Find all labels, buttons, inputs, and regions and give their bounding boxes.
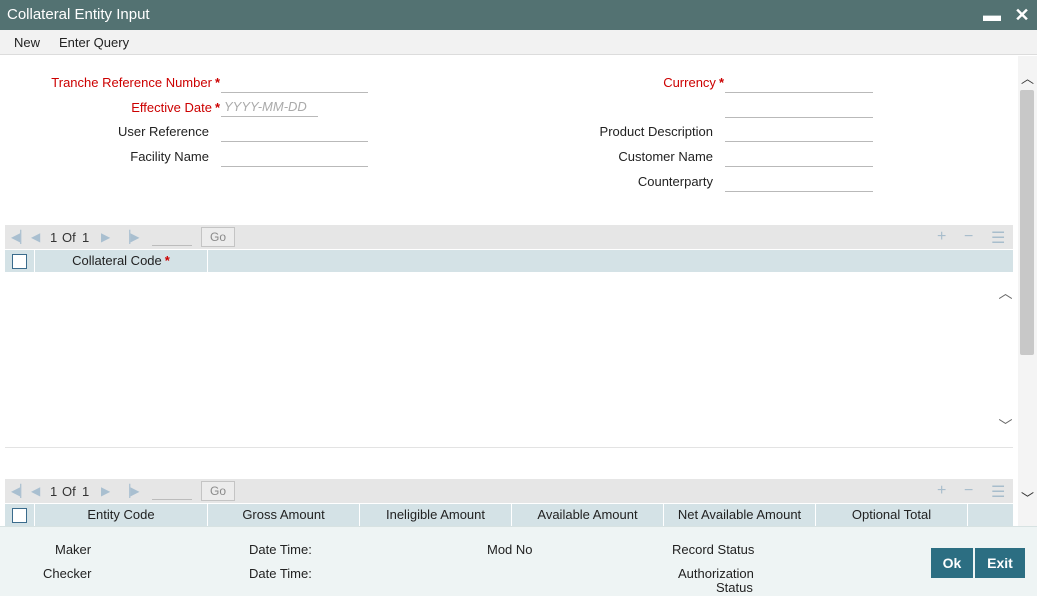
currency-label: Currency * [663, 75, 724, 90]
scroll-up-icon[interactable]: ︿ [1018, 68, 1037, 86]
delete-row-icon[interactable]: − [964, 482, 973, 500]
grid-scroll-up-icon[interactable]: ︿ [997, 283, 1014, 303]
authorization-label: Authorization [678, 566, 754, 581]
effective-date-label: Effective Date * [131, 100, 220, 115]
currency-secondary-input[interactable] [725, 98, 873, 118]
main-scrollbar[interactable]: ︿ ﹀ [1018, 56, 1037, 526]
counterparty-input[interactable] [725, 172, 873, 192]
page-of: Of [62, 230, 76, 245]
page-current: 1 [50, 230, 58, 245]
entity-grid-header: Entity Code Gross Amount Ineligible Amou… [5, 504, 1013, 526]
net-available-amount-header: Net Available Amount [663, 504, 815, 526]
collateral-code-header: Collateral Code * [34, 250, 207, 272]
collateral-grid-toolbar: ◀▏ ◀ 1 Of 1 ▶ ▕▶ Go + − ☰ [5, 225, 1013, 249]
ineligible-amount-header: Ineligible Amount [359, 504, 511, 526]
menu-enter-query[interactable]: Enter Query [59, 35, 129, 50]
audit-footer: Maker Checker Date Time: Date Time: Mod … [0, 526, 1037, 596]
gross-amount-header: Gross Amount [207, 504, 359, 526]
maker-date-time-label: Date Time: [249, 542, 312, 557]
first-page-icon[interactable]: ◀▏ [11, 230, 29, 244]
facility-name-label: Facility Name [130, 149, 209, 164]
last-page-icon[interactable]: ▕▶ [121, 484, 139, 498]
available-amount-header: Available Amount [511, 504, 663, 526]
page-number-input[interactable] [152, 482, 192, 500]
close-icon[interactable]: ✕ [1012, 4, 1032, 26]
next-page-icon[interactable]: ▶ [101, 484, 110, 498]
checker-date-time-label: Date Time: [249, 566, 312, 581]
page-total: 1 [82, 484, 90, 499]
single-view-icon[interactable]: ☰ [991, 482, 1005, 502]
go-button[interactable]: Go [201, 481, 235, 501]
checker-label: Checker [43, 566, 92, 581]
product-description-label: Product Description [599, 124, 713, 139]
menu-bar: New Enter Query [0, 30, 1037, 55]
single-view-icon[interactable]: ☰ [991, 228, 1005, 248]
empty-header-col [207, 250, 997, 272]
grid-scroll-down-icon[interactable]: ﹀ [997, 416, 1014, 436]
currency-input[interactable] [725, 73, 873, 93]
add-row-icon[interactable]: + [937, 228, 946, 246]
page-current: 1 [50, 484, 58, 499]
prev-page-icon[interactable]: ◀ [31, 230, 40, 244]
form-area: Tranche Reference Number * Effective Date… [0, 56, 1018, 526]
scroll-down-icon[interactable]: ﹀ [1018, 488, 1037, 506]
select-all-checkbox[interactable] [12, 254, 27, 269]
mod-no-label: Mod No [487, 542, 533, 557]
next-page-icon[interactable]: ▶ [101, 230, 110, 244]
entity-grid-toolbar: ◀▏ ◀ 1 Of 1 ▶ ▕▶ Go + − ☰ [5, 479, 1013, 503]
empty-header-col [967, 504, 997, 526]
page-total: 1 [82, 230, 90, 245]
optional-total-header: Optional Total [815, 504, 967, 526]
minimize-icon[interactable]: ▬ [982, 4, 1002, 26]
first-page-icon[interactable]: ◀▏ [11, 484, 29, 498]
go-button[interactable]: Go [201, 227, 235, 247]
delete-row-icon[interactable]: − [964, 228, 973, 246]
menu-new[interactable]: New [14, 35, 40, 50]
facility-name-input[interactable] [221, 147, 368, 167]
exit-button[interactable]: Exit [975, 548, 1025, 578]
add-row-icon[interactable]: + [937, 482, 946, 500]
collateral-grid-body [5, 272, 1013, 448]
effective-date-input[interactable] [221, 97, 318, 117]
record-status-label: Record Status [672, 542, 755, 557]
maker-label: Maker [55, 542, 92, 557]
tranche-reference-label: Tranche Reference Number * [51, 75, 220, 90]
user-reference-input[interactable] [221, 122, 368, 142]
prev-page-icon[interactable]: ◀ [31, 484, 40, 498]
product-description-input[interactable] [725, 122, 873, 142]
page-number-input[interactable] [152, 228, 192, 246]
collateral-grid-header: Collateral Code * [5, 250, 1013, 272]
page-of: Of [62, 484, 76, 499]
customer-name-label: Customer Name [618, 149, 713, 164]
last-page-icon[interactable]: ▕▶ [121, 230, 139, 244]
window-title: Collateral Entity Input [7, 6, 150, 23]
counterparty-label: Counterparty [637, 174, 713, 189]
scroll-thumb[interactable] [1020, 90, 1034, 355]
title-bar: Collateral Entity Input ▬ ✕ [0, 0, 1037, 30]
user-reference-label: User Reference [117, 124, 209, 139]
customer-name-input[interactable] [725, 147, 873, 167]
authorization-status-label: Status [716, 580, 753, 595]
tranche-reference-input[interactable] [221, 73, 368, 93]
entity-code-header: Entity Code [34, 504, 207, 526]
select-all-checkbox[interactable] [12, 508, 27, 523]
ok-button[interactable]: Ok [931, 548, 973, 578]
